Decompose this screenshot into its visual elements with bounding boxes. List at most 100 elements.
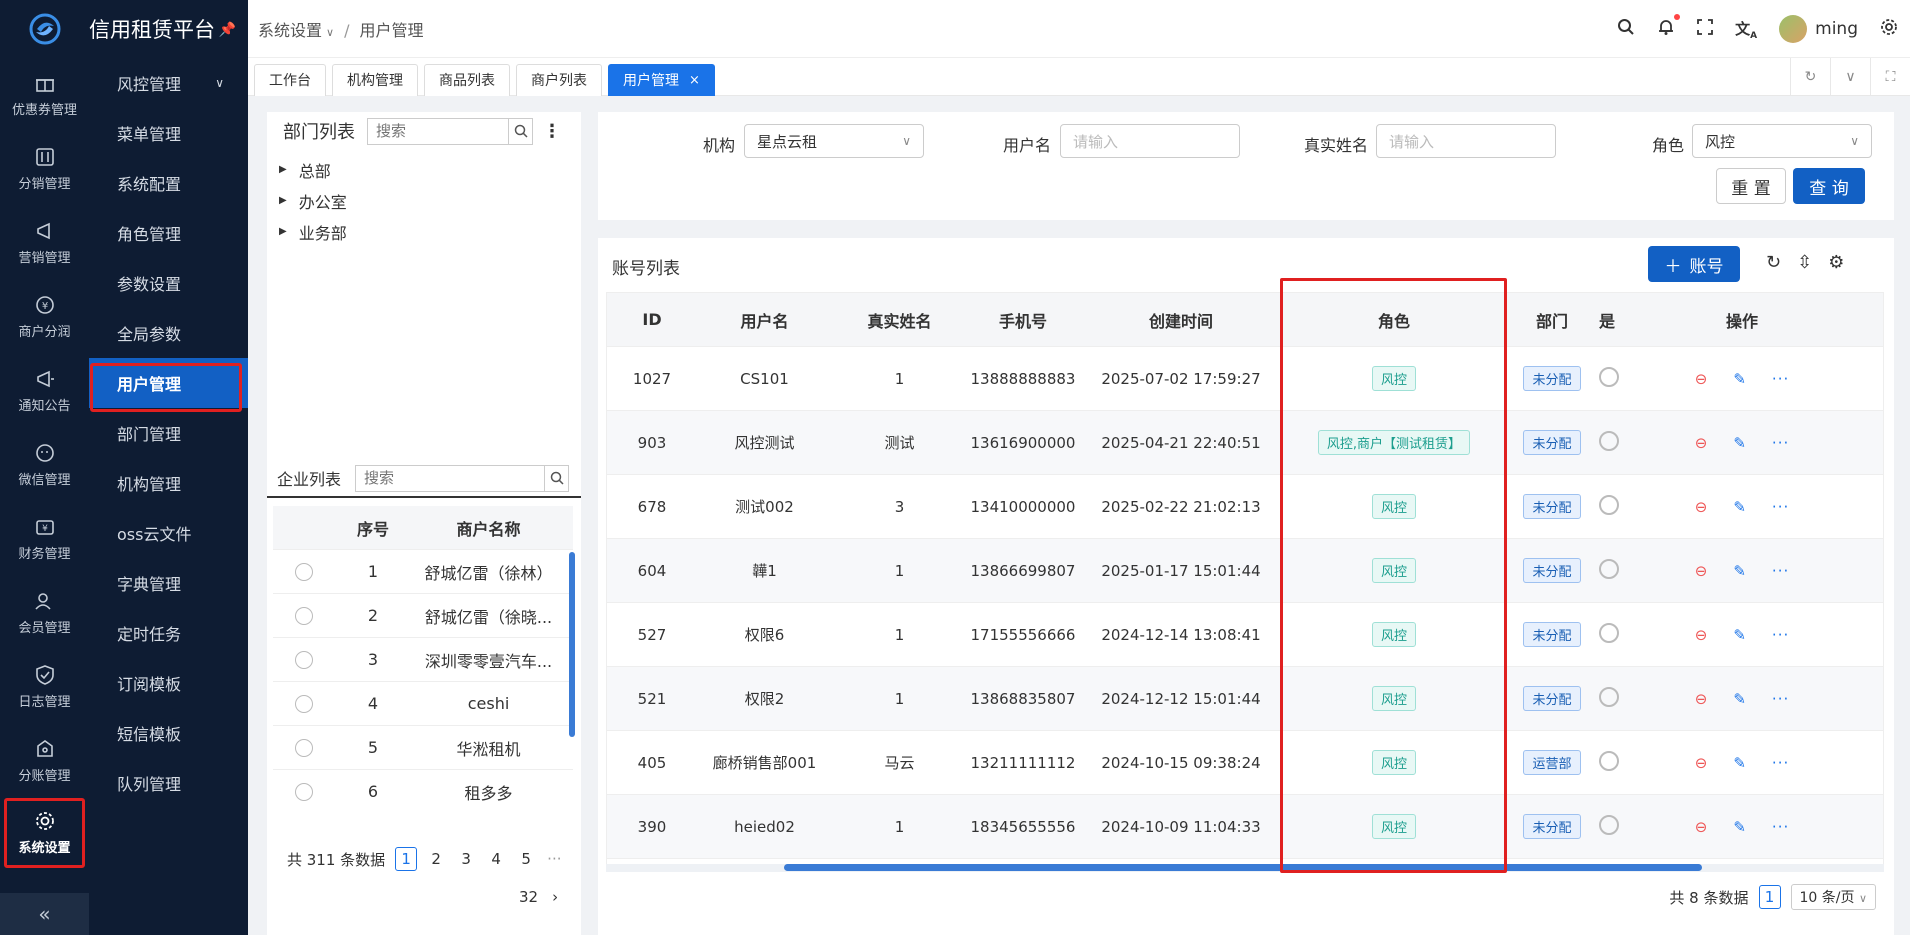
- rail-item-users[interactable]: 会员管理: [0, 576, 89, 650]
- refresh-tab-icon[interactable]: ↻: [1790, 58, 1830, 96]
- corp-search-input[interactable]: [356, 469, 545, 487]
- submenu-item[interactable]: 字典管理: [89, 558, 248, 608]
- status-switch[interactable]: [1599, 750, 1619, 771]
- corp-page[interactable]: 3: [455, 847, 477, 871]
- radio-button[interactable]: [295, 694, 313, 713]
- settings-icon[interactable]: ⚙: [1828, 252, 1844, 273]
- submenu-item[interactable]: 订阅模板: [89, 658, 248, 708]
- disable-icon[interactable]: ⊖: [1695, 754, 1708, 772]
- reset-button[interactable]: 重 置: [1716, 168, 1786, 204]
- rail-item-yen[interactable]: ¥ 商户分润: [0, 280, 89, 354]
- disable-icon[interactable]: ⊖: [1695, 498, 1708, 516]
- bell-icon[interactable]: [1657, 13, 1681, 41]
- edit-icon[interactable]: ✎: [1733, 498, 1746, 516]
- collapse-sidebar-button[interactable]: «: [0, 893, 89, 935]
- radio-button[interactable]: [295, 650, 313, 669]
- submenu-item[interactable]: 用户管理: [89, 358, 248, 412]
- submenu-item[interactable]: oss云文件: [89, 508, 248, 558]
- tab-2[interactable]: 商品列表: [424, 63, 510, 96]
- table-hscroll[interactable]: [606, 864, 1884, 872]
- more-icon[interactable]: ···: [1772, 690, 1789, 708]
- disable-icon[interactable]: ⊖: [1695, 818, 1708, 836]
- disable-icon[interactable]: ⊖: [1695, 690, 1708, 708]
- submenu-item[interactable]: 菜单管理: [89, 108, 248, 158]
- breadcrumb-parent[interactable]: 系统设置: [258, 21, 322, 40]
- realname-input[interactable]: 请输入: [1376, 124, 1556, 158]
- corp-page[interactable]: 1: [395, 847, 418, 871]
- more-icon[interactable]: ···: [1772, 562, 1789, 580]
- username-input[interactable]: 请输入: [1060, 124, 1240, 158]
- disable-icon[interactable]: ⊖: [1695, 434, 1708, 452]
- translate-icon[interactable]: 文A: [1735, 18, 1757, 41]
- status-switch[interactable]: [1599, 366, 1619, 387]
- edit-icon[interactable]: ✎: [1733, 562, 1746, 580]
- rail-item-wechat[interactable]: 微信管理: [0, 428, 89, 502]
- more-icon[interactable]: ···: [1772, 626, 1789, 644]
- submenu-item[interactable]: 参数设置: [89, 258, 248, 308]
- rail-item-sliders[interactable]: 分销管理: [0, 132, 89, 206]
- refresh-icon[interactable]: ↻: [1766, 252, 1781, 273]
- search-icon[interactable]: [1617, 18, 1635, 41]
- org-select[interactable]: 星点云租 ∨: [744, 124, 924, 158]
- caret-right-icon[interactable]: ▶: [279, 195, 287, 206]
- radio-button[interactable]: [295, 606, 313, 625]
- more-vertical-icon[interactable]: ⋮: [543, 121, 561, 142]
- query-button[interactable]: 查 询: [1793, 168, 1865, 204]
- edit-icon[interactable]: ✎: [1733, 370, 1746, 388]
- status-switch[interactable]: [1599, 430, 1619, 451]
- corp-row[interactable]: 3 深圳零零壹汽车...: [273, 638, 573, 682]
- rail-item-split[interactable]: 分账管理: [0, 724, 89, 798]
- status-switch[interactable]: [1599, 814, 1619, 835]
- settings-icon[interactable]: [1880, 18, 1898, 41]
- disable-icon[interactable]: ⊖: [1695, 562, 1708, 580]
- corp-page[interactable]: 5: [515, 847, 537, 871]
- status-switch[interactable]: [1599, 686, 1619, 707]
- tab-3[interactable]: 商户列表: [516, 63, 602, 96]
- table-hscroll-thumb[interactable]: [784, 864, 1702, 871]
- radio-button[interactable]: [295, 738, 313, 757]
- disable-icon[interactable]: ⊖: [1695, 626, 1708, 644]
- list-page[interactable]: 1: [1758, 885, 1781, 909]
- tree-node[interactable]: ▶ 总部: [267, 154, 581, 185]
- submenu-item[interactable]: 系统配置: [89, 158, 248, 208]
- corp-row[interactable]: 5 华淞租机: [273, 726, 573, 770]
- tab-4[interactable]: 用户管理 ×: [608, 63, 715, 96]
- submenu-item[interactable]: 角色管理: [89, 208, 248, 258]
- caret-right-icon[interactable]: ▶: [279, 226, 287, 237]
- rail-item-announce[interactable]: 通知公告: [0, 354, 89, 428]
- more-icon[interactable]: ···: [1772, 370, 1789, 388]
- submenu-item[interactable]: 机构管理: [89, 458, 248, 508]
- add-account-button[interactable]: ＋ 账号: [1648, 246, 1740, 282]
- status-switch[interactable]: [1599, 622, 1619, 643]
- rail-item-megaphone[interactable]: 营销管理: [0, 206, 89, 280]
- page-size-select[interactable]: 10 条/页 ∨: [1790, 884, 1876, 910]
- submenu-item[interactable]: 定时任务: [89, 608, 248, 658]
- submenu-item[interactable]: 全局参数: [89, 308, 248, 358]
- rail-item-shield[interactable]: 日志管理: [0, 650, 89, 724]
- more-icon[interactable]: ···: [1772, 754, 1789, 772]
- role-select[interactable]: 风控 ∨: [1692, 124, 1872, 158]
- rail-item-gear[interactable]: 系统设置: [4, 798, 85, 868]
- submenu-item[interactable]: 风控管理 ∨: [89, 58, 248, 108]
- corp-row[interactable]: 1 舒城亿雷（徐林）: [273, 550, 573, 594]
- edit-icon[interactable]: ✎: [1733, 434, 1746, 452]
- dept-search-input[interactable]: [368, 122, 508, 140]
- radio-button[interactable]: [295, 562, 313, 581]
- disable-icon[interactable]: ⊖: [1695, 370, 1708, 388]
- more-pages[interactable]: ···: [547, 850, 561, 868]
- user-menu[interactable]: ming: [1779, 15, 1858, 43]
- maximize-icon[interactable]: ⛶: [1870, 58, 1910, 96]
- more-icon[interactable]: ···: [1772, 818, 1789, 836]
- edit-icon[interactable]: ✎: [1733, 818, 1746, 836]
- search-icon[interactable]: [508, 118, 532, 144]
- more-icon[interactable]: ···: [1772, 498, 1789, 516]
- corp-row[interactable]: 2 舒城亿雷（徐晓...: [273, 594, 573, 638]
- status-switch[interactable]: [1599, 558, 1619, 579]
- rail-item-finance[interactable]: ¥ 财务管理: [0, 502, 89, 576]
- tab-dropdown-icon[interactable]: ∨: [1830, 58, 1870, 96]
- submenu-item[interactable]: 部门管理: [89, 408, 248, 458]
- caret-right-icon[interactable]: ▶: [279, 164, 287, 175]
- submenu-item[interactable]: 队列管理: [89, 758, 248, 808]
- next-page-icon[interactable]: ›: [552, 888, 558, 906]
- edit-icon[interactable]: ✎: [1733, 754, 1746, 772]
